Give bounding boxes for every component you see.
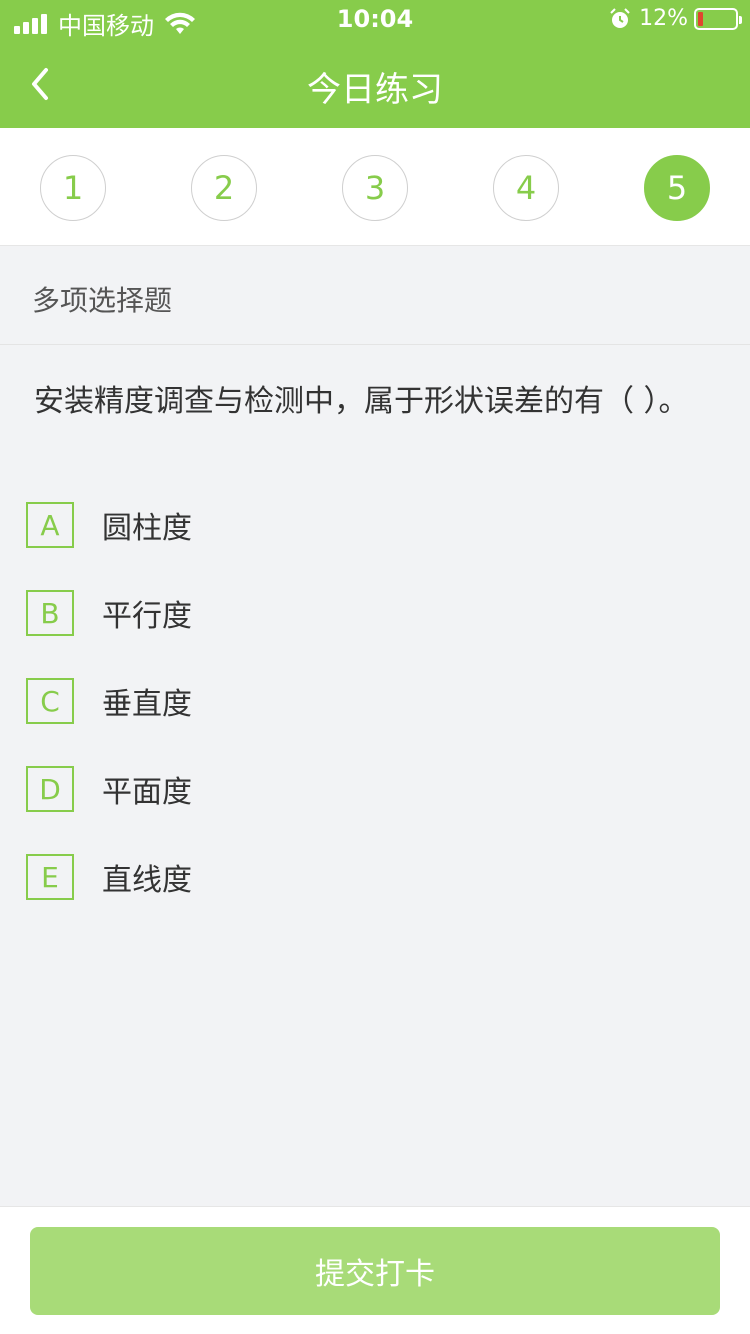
option-text: 垂直度	[102, 687, 192, 722]
question-number-2[interactable]: 2	[191, 155, 257, 221]
option-c[interactable]: C 垂直度	[26, 676, 626, 726]
header-bar: 中国移动 10:04 12% 今日练习	[0, 0, 750, 128]
option-text: 平行度	[102, 599, 192, 634]
option-a[interactable]: A 圆柱度	[26, 500, 626, 550]
status-bar: 中国移动 10:04 12%	[0, 0, 750, 40]
option-letter: D	[26, 766, 74, 812]
option-text: 平面度	[102, 775, 192, 810]
page-title: 今日练习	[307, 70, 443, 110]
alarm-icon	[610, 7, 630, 28]
question-number-5[interactable]: 5	[644, 155, 710, 221]
question-type-label: 多项选择题	[0, 247, 750, 345]
option-letter: C	[26, 678, 74, 724]
question-number-3[interactable]: 3	[342, 155, 408, 221]
question-text: 安装精度调查与检测中，属于形状误差的有（ ）。	[34, 384, 689, 419]
question-number-1[interactable]: 1	[40, 155, 106, 221]
submit-button[interactable]: 提交打卡	[30, 1227, 720, 1315]
option-letter: B	[26, 590, 74, 636]
option-letter: E	[26, 854, 74, 900]
battery-percentage: 12%	[639, 6, 688, 31]
battery-icon	[694, 7, 742, 30]
option-d[interactable]: D 平面度	[26, 764, 626, 814]
option-letter: A	[26, 502, 74, 548]
option-text: 圆柱度	[102, 511, 192, 546]
option-b[interactable]: B 平行度	[26, 588, 626, 638]
option-text: 直线度	[102, 863, 192, 898]
footer-bar: 提交打卡	[0, 1206, 750, 1334]
question-number-bar: 1 2 3 4 5	[0, 128, 750, 246]
option-e[interactable]: E 直线度	[26, 852, 626, 902]
question-number-4[interactable]: 4	[493, 155, 559, 221]
